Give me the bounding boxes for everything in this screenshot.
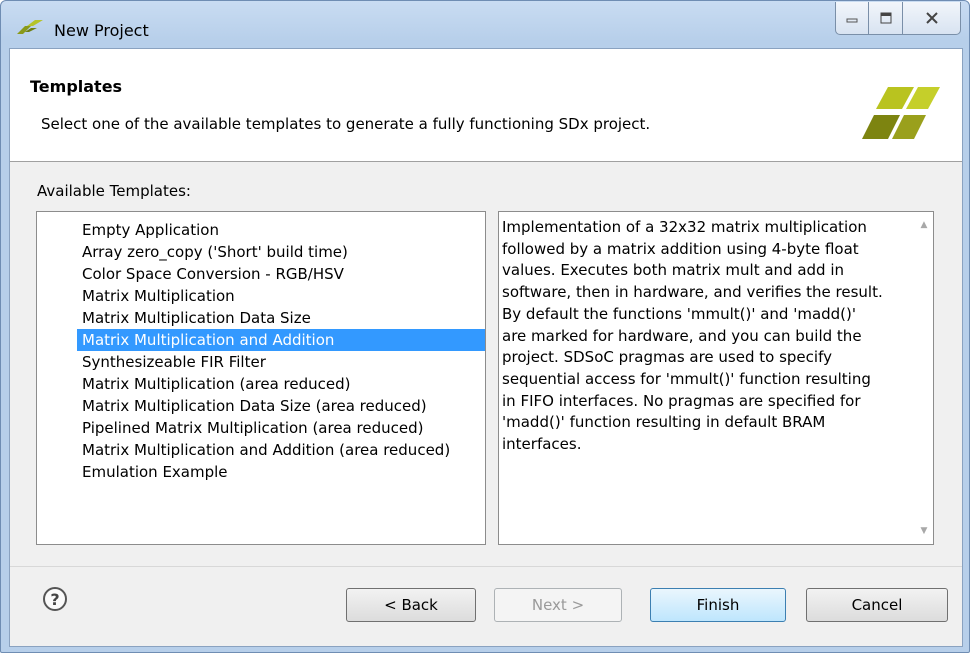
description-line: followed by a matrix addition using 4-by… [502, 239, 859, 258]
list-item[interactable]: Color Space Conversion - RGB/HSV [77, 263, 485, 285]
list-item[interactable]: Matrix Multiplication and Addition (area… [77, 439, 485, 461]
list-item[interactable]: Synthesizeable FIR Filter [77, 351, 485, 373]
list-item[interactable]: Pipelined Matrix Multiplication (area re… [77, 417, 485, 439]
description-scrollbar[interactable]: ▲ ▼ [915, 212, 933, 544]
description-line: software, then in hardware, and verifies… [502, 283, 883, 302]
description-line: values. Executes both matrix mult and ad… [502, 261, 845, 280]
caption-buttons [835, 2, 961, 36]
page-description: Select one of the available templates to… [41, 115, 651, 133]
sdx-logo-icon [862, 87, 940, 139]
header-banner: Templates Select one of the available te… [10, 49, 962, 162]
description-line: in FIFO interfaces. No pragmas are speci… [502, 391, 861, 410]
list-item[interactable]: Array zero_copy ('Short' build time) [77, 241, 485, 263]
cancel-button[interactable]: Cancel [806, 588, 948, 622]
finish-button[interactable]: Finish [650, 588, 786, 622]
template-list[interactable]: Empty Application Array zero_copy ('Short… [36, 211, 486, 545]
list-item[interactable]: Matrix Multiplication (area reduced) [77, 373, 485, 395]
description-line: Implementation of a 32x32 matrix multipl… [502, 218, 867, 236]
description-line: 'madd()' function resulting in default B… [502, 413, 826, 432]
app-icon [17, 20, 43, 34]
minimize-button[interactable] [835, 2, 869, 35]
template-description-text: Implementation of a 32x32 matrix multipl… [502, 217, 912, 456]
maximize-button[interactable] [869, 2, 903, 35]
minimize-icon [846, 18, 858, 23]
new-project-dialog: New Project Templates Select one of the … [0, 0, 970, 653]
close-button[interactable] [903, 2, 961, 35]
available-templates-label: Available Templates: [37, 182, 191, 200]
description-line: By default the functions 'mmult()' and '… [502, 304, 857, 323]
list-item[interactable]: Matrix Multiplication Data Size [77, 307, 485, 329]
scroll-up-icon[interactable]: ▲ [915, 216, 933, 234]
next-button[interactable]: Next > [494, 588, 622, 622]
description-line: interfaces. [502, 435, 582, 454]
description-line: sequential access for 'mmult()' function… [502, 369, 871, 388]
description-line: project. SDSoC pragmas are used to speci… [502, 348, 832, 367]
scroll-down-icon[interactable]: ▼ [915, 522, 933, 540]
button-bar-separator [10, 566, 962, 567]
back-button[interactable]: < Back [346, 588, 476, 622]
title-bar[interactable]: New Project [1, 1, 969, 47]
list-item[interactable]: Emulation Example [77, 461, 485, 483]
help-icon: ? [50, 589, 60, 609]
list-item[interactable]: Empty Application [77, 219, 485, 241]
help-button[interactable]: ? [43, 587, 67, 611]
page-title: Templates [30, 77, 123, 96]
list-item-selected[interactable]: Matrix Multiplication and Addition [77, 329, 485, 351]
template-description-panel[interactable]: Implementation of a 32x32 matrix multipl… [498, 211, 934, 545]
description-line: are marked for hardware, and you can bui… [502, 326, 862, 345]
maximize-icon [880, 12, 891, 24]
dialog-body: Templates Select one of the available te… [9, 48, 963, 647]
list-item[interactable]: Matrix Multiplication Data Size (area re… [77, 395, 485, 417]
list-item[interactable]: Matrix Multiplication [77, 285, 485, 307]
close-icon [925, 12, 938, 24]
window-title: New Project [54, 21, 149, 40]
